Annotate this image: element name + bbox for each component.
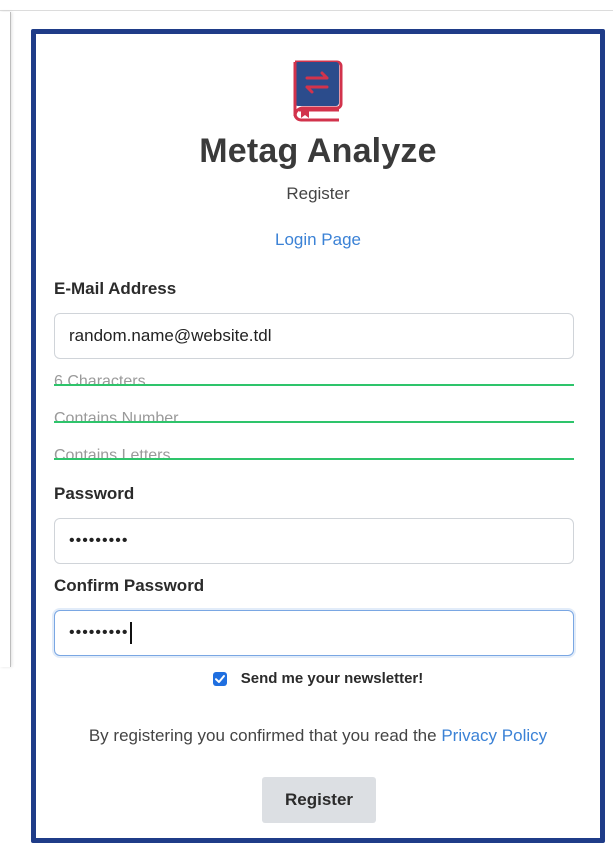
- newsletter-checkbox[interactable]: [212, 671, 227, 686]
- newsletter-label[interactable]: Send me your newsletter!: [241, 670, 424, 687]
- email-label: E-Mail Address: [54, 279, 177, 298]
- text-caret: [130, 622, 132, 644]
- page-subtitle: Register: [286, 184, 350, 203]
- password-rule-letters: Contains Letters: [54, 447, 574, 465]
- book-exchange-icon: [291, 58, 345, 122]
- password-label: Password: [54, 484, 135, 503]
- rule-strike-line: [54, 421, 574, 423]
- rule-strike-line: [54, 384, 574, 386]
- password-rule-text: Contains Letters: [54, 447, 171, 464]
- password-rule-length: 6 Characters: [54, 373, 574, 391]
- confirm-password-label: Confirm Password: [54, 576, 205, 595]
- password-rule-text: 6 Characters: [54, 373, 146, 390]
- password-rule-text: Contains Number: [54, 410, 179, 427]
- password-rule-number: Contains Number: [54, 410, 574, 428]
- privacy-notice: By registering you confirmed that you re…: [36, 726, 600, 746]
- confirm-password-value: •••••••••: [69, 624, 129, 641]
- password-value: •••••••••: [69, 532, 129, 549]
- login-page-link[interactable]: Login Page: [36, 230, 600, 250]
- register-card: Metag Analyze Register Login Page E-Mail…: [31, 29, 605, 843]
- rule-strike-line: [54, 458, 574, 460]
- window-top-border: [0, 10, 613, 11]
- newsletter-option: Send me your newsletter!: [36, 670, 600, 687]
- privacy-text: By registering you confirmed that you re…: [88, 726, 437, 745]
- confirm-password-field[interactable]: •••••••••: [54, 610, 574, 656]
- password-field[interactable]: •••••••••: [54, 518, 574, 564]
- background-window: [0, 12, 11, 667]
- privacy-policy-link[interactable]: Privacy Policy: [441, 726, 547, 745]
- app-title: Metag Analyze: [199, 132, 437, 170]
- register-button[interactable]: Register: [262, 777, 376, 823]
- email-field[interactable]: random.name@website.tdl: [54, 313, 574, 359]
- checkmark-icon: [214, 674, 225, 683]
- email-value: random.name@website.tdl: [69, 326, 272, 345]
